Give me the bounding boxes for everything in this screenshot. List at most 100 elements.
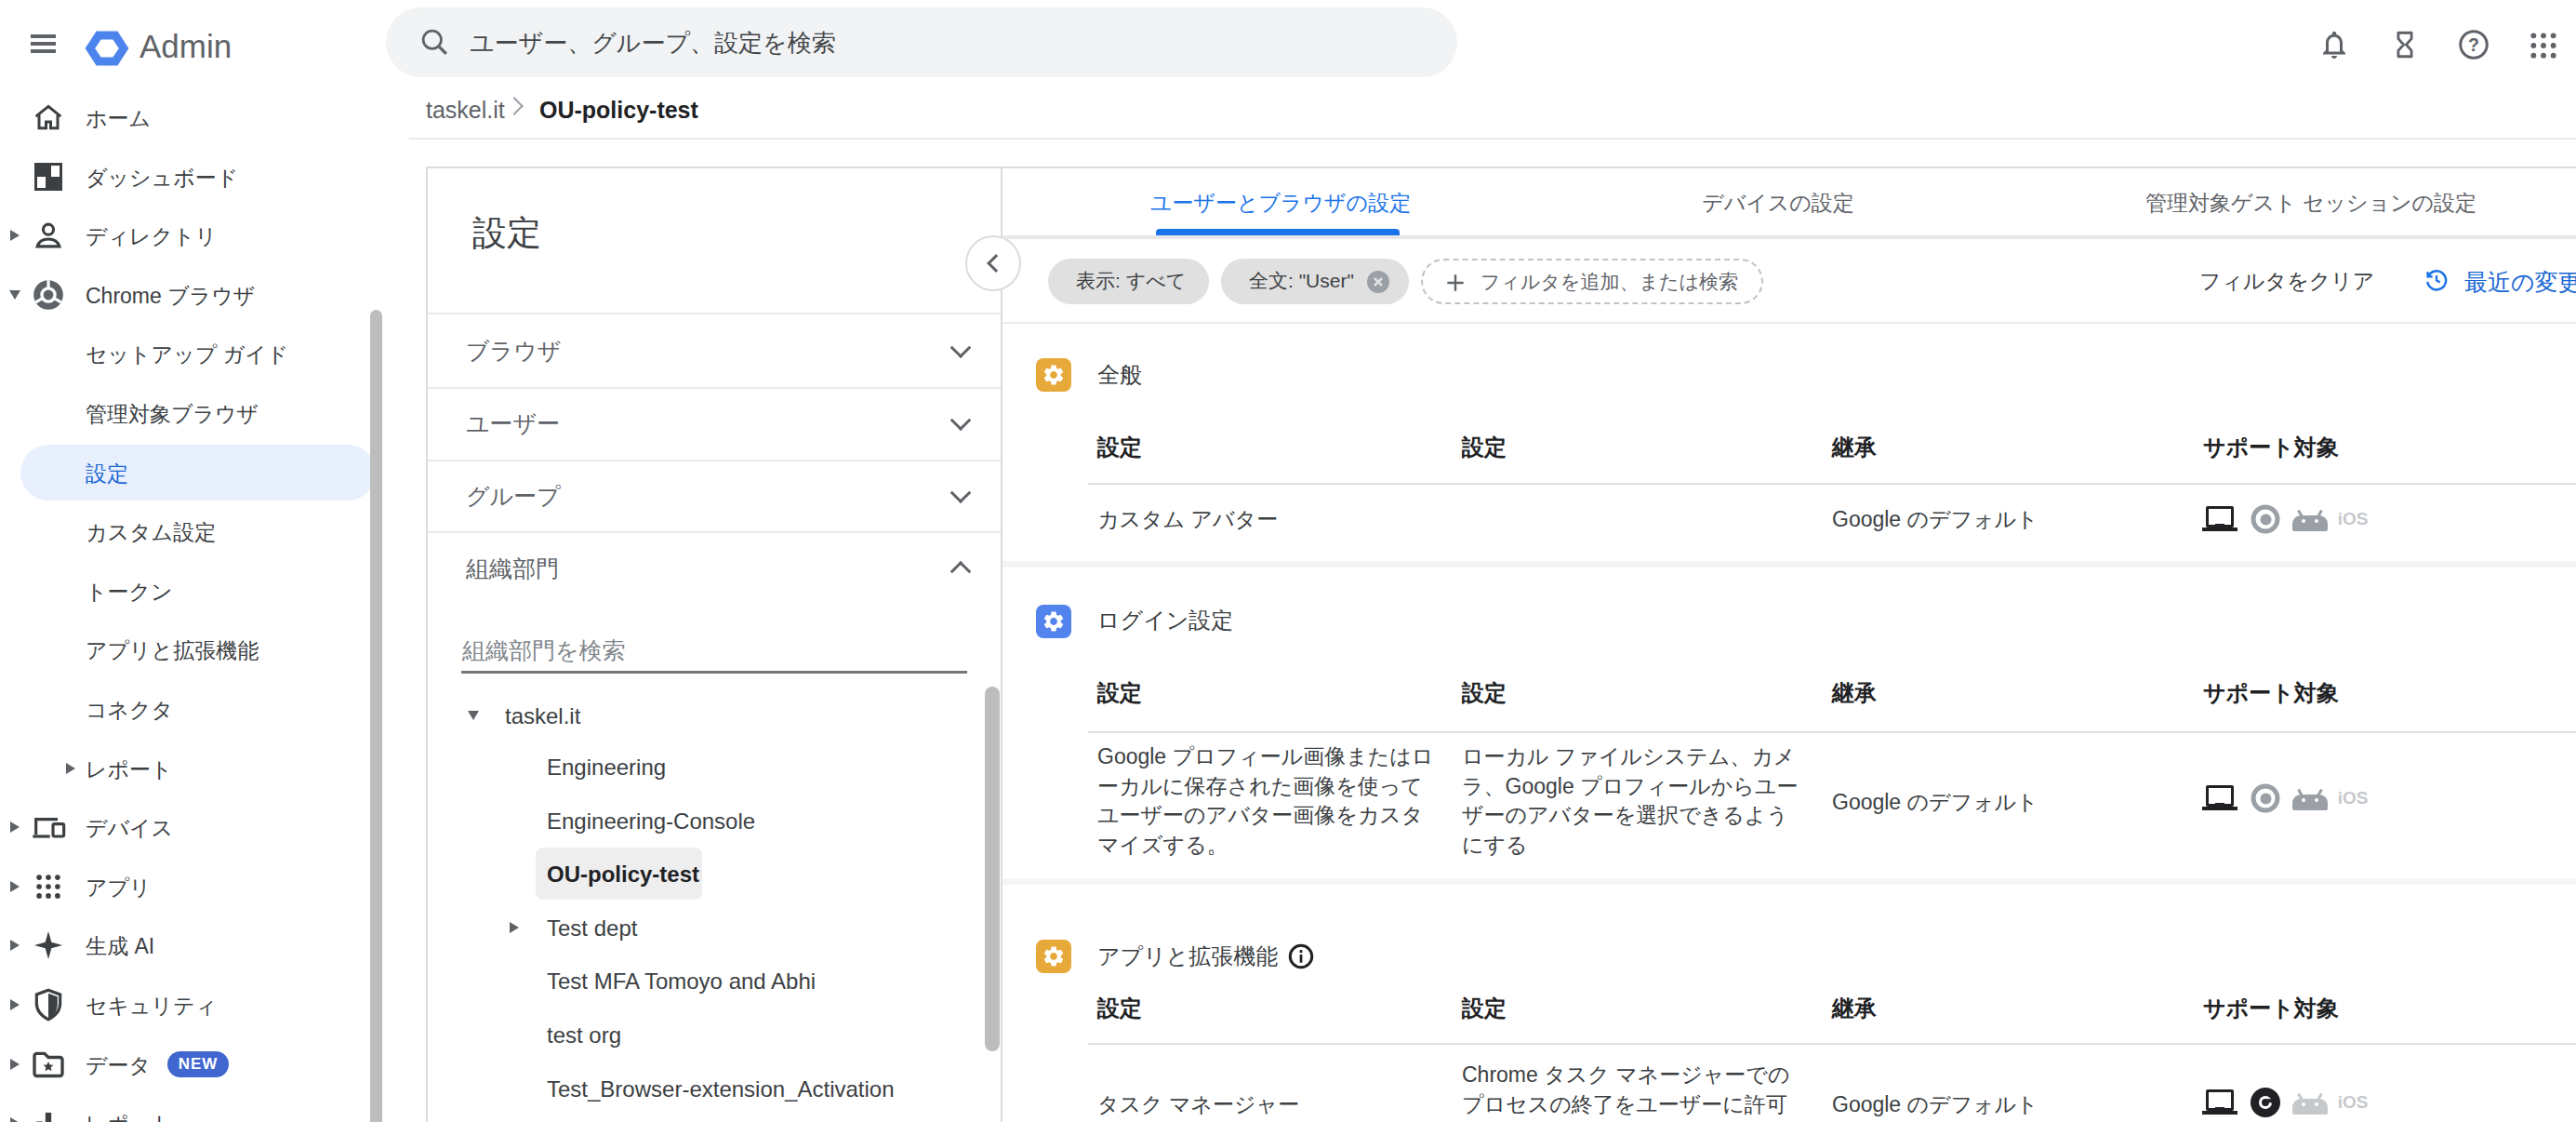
org-search-input[interactable] xyxy=(461,671,967,674)
dashboard-icon xyxy=(32,160,65,194)
chrome-device-icon xyxy=(2251,1088,2280,1117)
section-icon xyxy=(1036,605,1071,638)
accordion-label[interactable]: ユーザー xyxy=(466,408,560,439)
breadcrumb: taskel.it OU-policy-test xyxy=(409,89,2576,140)
sidebar-item[interactable]: ダッシュボード xyxy=(86,163,238,192)
expand-caret-icon[interactable] xyxy=(10,940,20,951)
notifications-icon[interactable] xyxy=(2317,28,2351,61)
sidebar-item[interactable]: ディレクトリ xyxy=(86,222,217,251)
info-icon[interactable] xyxy=(1287,942,1315,970)
sidebar-scrollbar[interactable] xyxy=(370,310,382,1122)
app-header: Admin ユーザー、グループ、設定を検索 ? xyxy=(0,0,2576,89)
sidebar-item[interactable]: 管理対象ブラウザ xyxy=(86,400,259,429)
android-icon xyxy=(2292,513,2328,531)
clear-filters-button[interactable]: フィルタをクリア xyxy=(2199,267,2374,296)
sidebar-item[interactable]: セットアップ ガイド xyxy=(86,341,288,369)
accordion-divider xyxy=(428,531,1001,533)
column-header: 継承 xyxy=(1832,994,1877,1023)
tabbar-bottom-border xyxy=(1003,235,2576,239)
column-header: 設定 xyxy=(1097,678,1142,708)
column-header: 設定 xyxy=(1462,433,1507,462)
ios-icon: iOS xyxy=(2338,788,2369,808)
tree-item[interactable]: OU-policy-test xyxy=(547,862,699,888)
row-setting[interactable]: タスク マネージャー xyxy=(1097,1090,1299,1119)
row-setting[interactable]: カスタム アバター xyxy=(1097,505,1278,534)
accordion-label[interactable]: ブラウザ xyxy=(466,336,561,367)
sidebar-item[interactable]: ホーム xyxy=(86,104,151,133)
column-header: 継承 xyxy=(1832,678,1877,708)
expand-caret-icon[interactable] xyxy=(10,881,20,892)
filter-chip-fulltext[interactable]: 全文: "User" xyxy=(1221,259,1409,304)
section-title: ログイン設定 xyxy=(1097,606,1233,635)
tab-2[interactable]: 管理対象ゲスト セッションの設定 xyxy=(2145,189,2476,218)
breadcrumb-current: OU-policy-test xyxy=(539,97,698,124)
accordion-label[interactable]: 組織部門 xyxy=(466,554,559,584)
expand-caret-icon[interactable] xyxy=(10,1117,20,1122)
sidebar-item[interactable]: アプリ xyxy=(86,873,152,902)
admin-logo-icon[interactable] xyxy=(84,30,130,67)
sidebar-item[interactable]: コネクタ xyxy=(86,696,173,725)
breadcrumb-parent[interactable]: taskel.it xyxy=(426,97,505,124)
expand-caret-icon[interactable] xyxy=(10,1059,20,1070)
tree-root-label[interactable]: taskel.it xyxy=(505,703,580,729)
laptop-icon xyxy=(2202,1089,2237,1115)
section-title: 全般 xyxy=(1097,360,1142,390)
sidebar-item[interactable]: カスタム設定 xyxy=(86,518,216,547)
collapse-caret-icon[interactable] xyxy=(9,290,20,300)
sidebar-item[interactable]: 設定 xyxy=(86,459,128,488)
filter-chip-add[interactable]: フィルタを追加、または検索 xyxy=(1421,259,1763,304)
tree-item[interactable]: Test MFA Tomoyo and Abhi xyxy=(547,968,816,995)
sidebar-item[interactable]: Chrome ブラウザ xyxy=(86,281,255,310)
shield-icon xyxy=(31,987,66,1022)
filter-chip-show-label: 表示: すべて xyxy=(1076,268,1186,294)
tree-item[interactable]: Test dept xyxy=(547,915,637,942)
sidebar-item[interactable]: セキュリティ xyxy=(86,992,217,1021)
sidebar-item[interactable]: 生成 AI xyxy=(86,932,154,961)
google-apps-icon[interactable] xyxy=(2529,31,2558,60)
sidebar-item[interactable]: レポート xyxy=(86,1110,173,1122)
column-header: サポート対象 xyxy=(2203,433,2339,462)
tree-item[interactable]: Engineering xyxy=(547,755,666,781)
android-icon xyxy=(2292,1096,2328,1115)
tab-1[interactable]: デバイスの設定 xyxy=(1702,189,1854,218)
menu-icon[interactable] xyxy=(31,34,56,53)
help-icon[interactable]: ? xyxy=(2457,28,2490,61)
sidebar-item[interactable]: レポート xyxy=(86,755,173,783)
filterbar-bottom-border xyxy=(1003,322,2576,324)
sidebar-item[interactable]: デバイス xyxy=(86,814,173,843)
expand-caret-icon[interactable] xyxy=(10,999,20,1010)
row-setting[interactable]: Google プロフィール画像またはロ ーカルに保存された画像を使って ユーザー… xyxy=(1097,742,1460,860)
table-header-border xyxy=(1088,731,2576,733)
accordion-divider xyxy=(428,460,1001,461)
filter-chip-show[interactable]: 表示: すべて xyxy=(1048,259,1209,304)
home-icon xyxy=(30,99,67,136)
filter-chip-fulltext-label: 全文: "User" xyxy=(1249,268,1354,294)
tree-item[interactable]: Test_Browser-extension_Activation xyxy=(547,1076,895,1102)
search-bar[interactable]: ユーザー、グループ、設定を検索 xyxy=(386,7,1457,77)
chrome-icon xyxy=(31,277,66,313)
tab-0[interactable]: ユーザーとブラウザの設定 xyxy=(1150,189,1411,218)
recent-changes-link[interactable]: 最近の変更点 xyxy=(2464,267,2576,298)
row-inheritance: Google のデフォルト xyxy=(1832,788,2038,817)
remove-filter-icon[interactable] xyxy=(1367,271,1389,293)
android-icon xyxy=(2292,792,2328,810)
tree-item[interactable]: test org xyxy=(547,1022,621,1049)
row-inheritance: Google のデフォルト xyxy=(1832,505,2038,534)
pending-tasks-icon[interactable] xyxy=(2389,29,2421,60)
sidebar-item[interactable]: アプリと拡張機能 xyxy=(86,636,259,665)
tree-item[interactable]: Engineering-Console xyxy=(547,808,755,835)
admin-logo-text: Admin xyxy=(139,28,232,65)
sidebar-item[interactable]: トークン xyxy=(86,577,173,606)
tree-root-caret-icon[interactable] xyxy=(468,711,479,720)
expand-caret-icon[interactable] xyxy=(10,821,20,833)
ios-icon: iOS xyxy=(2338,509,2369,529)
panel-collapse-button[interactable] xyxy=(965,235,1021,291)
sidebar-item[interactable]: データ xyxy=(86,1050,151,1079)
accordion-label[interactable]: グループ xyxy=(466,481,561,512)
expand-caret-icon[interactable] xyxy=(10,230,20,241)
tree-expand-caret-icon[interactable] xyxy=(510,922,519,933)
table-header-border xyxy=(1088,1043,2576,1045)
tree-scrollbar[interactable] xyxy=(985,687,1000,1051)
expand-caret-icon[interactable] xyxy=(66,763,75,774)
apps-icon xyxy=(33,871,64,902)
